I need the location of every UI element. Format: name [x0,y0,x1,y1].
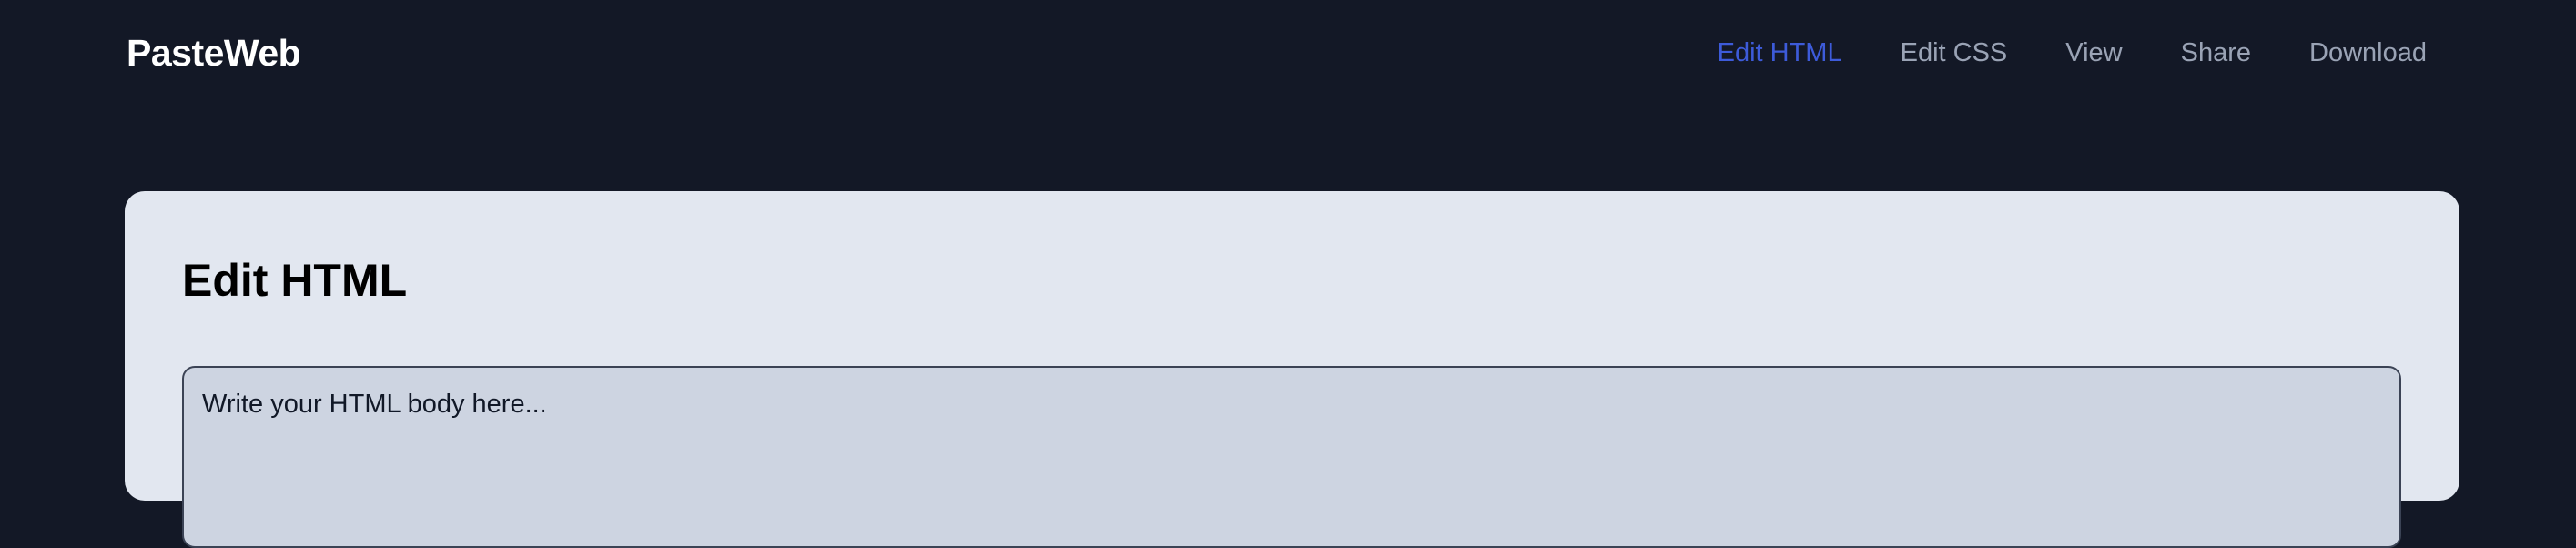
html-editor-textarea[interactable] [182,366,2401,548]
nav-view[interactable]: View [2065,35,2122,71]
main-nav: Edit HTML Edit CSS View Share Download [1718,35,2427,71]
nav-share[interactable]: Share [2181,35,2251,71]
nav-edit-css[interactable]: Edit CSS [1901,35,2008,71]
page-title: Edit HTML [182,255,408,306]
nav-edit-html[interactable]: Edit HTML [1718,35,1842,71]
nav-download[interactable]: Download [2309,35,2427,71]
brand-logo[interactable]: PasteWeb [127,31,301,75]
editor-card: Edit HTML [125,191,2459,548]
top-navbar: PasteWeb Edit HTML Edit CSS View Share D… [0,0,2576,106]
